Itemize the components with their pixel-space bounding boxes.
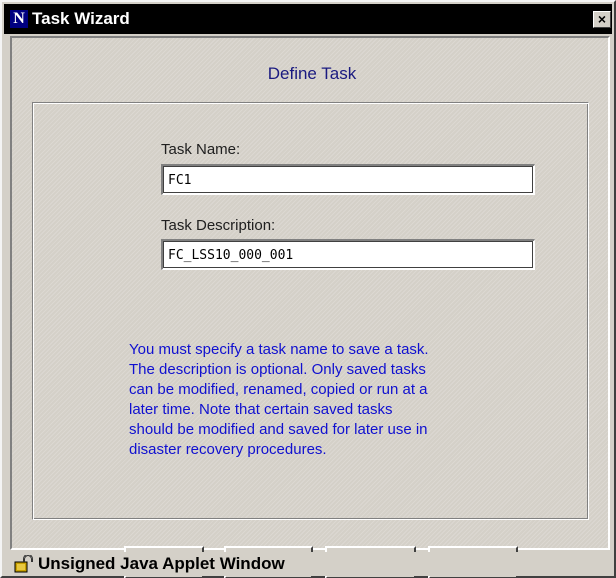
close-icon: × xyxy=(597,11,607,27)
info-message: You must specify a task name to save a t… xyxy=(129,340,429,460)
netscape-app-icon: N xyxy=(10,10,28,28)
info-line: can be modified, renamed, copied or run … xyxy=(129,381,428,398)
task-wizard-window: N Task Wizard × Define Task Task Name: F… xyxy=(0,0,616,578)
task-name-label: Task Name: xyxy=(161,141,241,158)
close-button[interactable]: × xyxy=(593,11,611,28)
window-title: Task Wizard xyxy=(32,9,130,28)
task-description-field[interactable]: FC_LSS10_000_001 xyxy=(161,239,535,270)
info-line: later time. Note that certain saved task… xyxy=(129,401,393,418)
page-title: Define Task xyxy=(267,64,357,83)
unlocked-padlock-icon xyxy=(14,555,33,573)
status-text: Unsigned Java Applet Window xyxy=(38,554,285,573)
status-bar: Unsigned Java Applet Window xyxy=(10,552,610,576)
task-name-field[interactable]: FC1 xyxy=(161,164,535,195)
task-description-label: Task Description: xyxy=(161,217,276,234)
title-bar[interactable]: N Task Wizard × xyxy=(4,4,612,34)
info-line: The description is optional. Only saved … xyxy=(129,361,426,378)
wizard-content: Define Task Task Name: FC1 Task Descript… xyxy=(10,36,610,578)
info-line: should be modified and saved for later u… xyxy=(129,421,428,438)
info-line: disaster recovery procedures. xyxy=(129,441,327,458)
info-line: You must specify a task name to save a t… xyxy=(129,341,429,358)
